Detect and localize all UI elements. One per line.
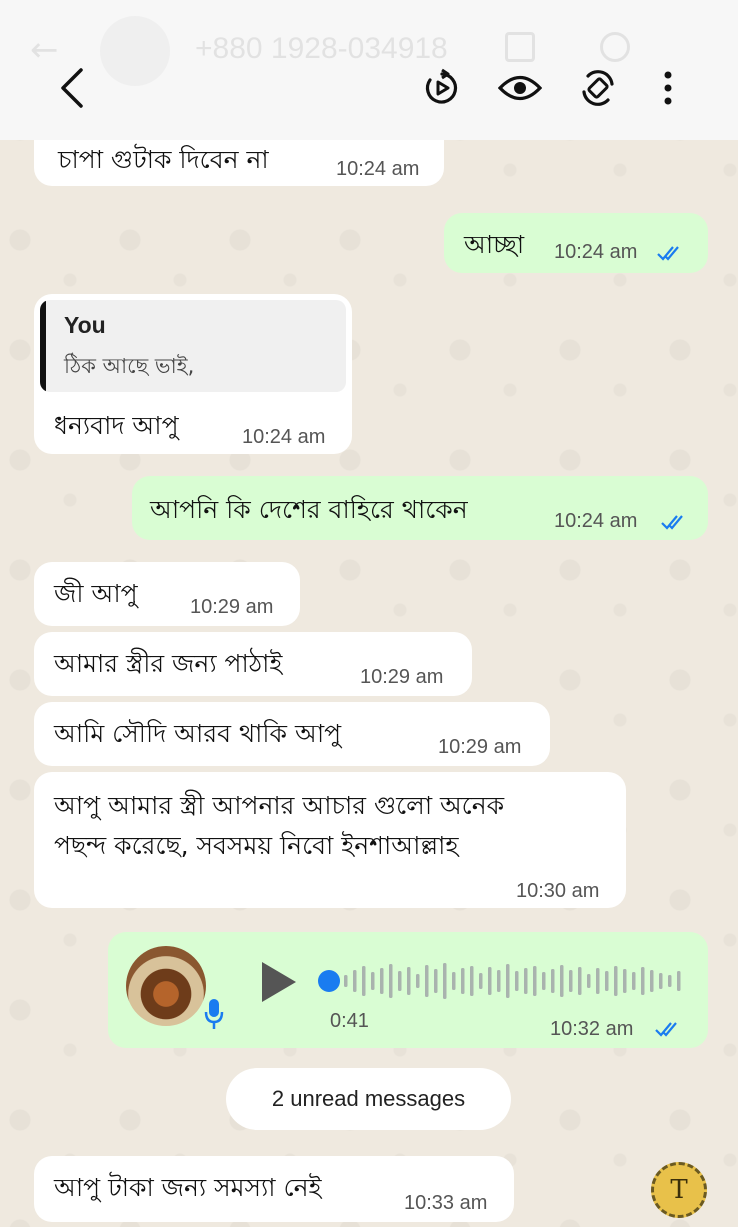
rotate-icon[interactable] [576, 66, 620, 110]
waveform-bar [632, 972, 636, 990]
waveform-bar [461, 968, 465, 994]
voice-message-bubble[interactable]: 0:41 10:32 am [108, 932, 708, 1048]
waveform-bar [587, 974, 591, 988]
waveform-bar [650, 970, 654, 992]
message-bubble[interactable]: জী আপু 10:29 am [34, 562, 300, 626]
waveform-bar [452, 972, 456, 990]
waveform-bar [614, 966, 618, 996]
waveform-bar [398, 971, 402, 991]
message-time: 10:33 am [404, 1192, 488, 1214]
message-time: 10:24 am [554, 510, 638, 532]
message-bubble[interactable]: আপু আমার স্ত্রী আপনার আচার গুলো অনেক পছন… [34, 772, 626, 908]
waveform-bar [416, 974, 420, 988]
waveform-bar [524, 968, 528, 994]
quoted-message[interactable]: You ঠিক আছে ভাই, [40, 300, 346, 392]
waveform-bar [497, 970, 501, 992]
waveform-bar [677, 971, 681, 991]
waveform-bar [668, 975, 672, 987]
message-text-line-1: আপু আমার স্ত্রী আপনার আচার গুলো অনেক [54, 791, 505, 820]
waveform-bar [389, 964, 393, 998]
message-time: 10:32 am [550, 1018, 634, 1040]
message-time: 10:24 am [554, 241, 638, 263]
waveform-bar [560, 965, 564, 997]
gif-icon[interactable] [420, 66, 464, 110]
back-icon[interactable] [50, 64, 94, 112]
message-time: 10:24 am [242, 426, 326, 448]
waveform-bar [515, 971, 519, 991]
text-recognition-button[interactable]: T [651, 1162, 707, 1218]
message-bubble[interactable]: আপু টাকা জন্য সমস্যা নেই 10:33 am [34, 1156, 514, 1222]
message-time: 10:24 am [336, 158, 420, 180]
waveform-bar [533, 966, 537, 996]
microphone-icon [204, 999, 224, 1029]
message-time: 10:30 am [516, 880, 600, 902]
message-bubble[interactable]: আমি সৌদি আরব থাকি আপু 10:29 am [34, 702, 550, 766]
message-bubble[interactable]: আচ্ছা 10:24 am [444, 213, 708, 273]
sender-avatar [126, 946, 206, 1026]
play-icon[interactable] [258, 960, 298, 1004]
waveform-bar [443, 963, 447, 999]
quote-bar [40, 300, 46, 392]
message-text: আচ্ছা [464, 230, 525, 259]
message-time: 10:29 am [190, 596, 274, 618]
waveform-bar [407, 967, 411, 995]
waveform-bar [551, 969, 555, 993]
waveform-bar [659, 973, 663, 989]
message-text: আপু টাকা জন্য সমস্যা নেই [54, 1173, 322, 1202]
message-text: চাপা গুটাক দিবেন না [58, 145, 269, 174]
waveform-bar [506, 964, 510, 998]
eye-icon[interactable] [498, 66, 542, 110]
waveform-bar [605, 971, 609, 991]
unread-messages-divider: 2 unread messages [226, 1068, 511, 1130]
waveform-bar [380, 968, 384, 994]
quote-author: You [64, 312, 106, 338]
waveform-bar [479, 973, 483, 989]
message-bubble[interactable]: আপনি কি দেশের বাহিরে থাকেন 10:24 am [132, 476, 708, 540]
message-text: আপনি কি দেশের বাহিরে থাকেন [150, 495, 468, 524]
read-receipt-icon [657, 246, 679, 261]
message-text-line-2: পছন্দ করেছে, সবসময় নিবো ইনশাআল্লাহ [54, 831, 459, 860]
quote-text: ঠিক আছে ভাই, [64, 354, 195, 378]
viewer-toolbar [0, 48, 738, 132]
waveform-bar [353, 970, 357, 992]
message-time: 10:29 am [360, 666, 444, 688]
read-receipt-icon [661, 515, 683, 530]
text-recognition-icon: T [670, 1175, 688, 1205]
waveform-bar [641, 967, 645, 995]
message-time: 10:29 am [438, 736, 522, 758]
waveform-bar [542, 972, 546, 990]
waveform-bar [434, 969, 438, 993]
message-text: ধন্যবাদ আপু [54, 411, 179, 440]
waveform-bar [596, 968, 600, 994]
audio-waveform[interactable] [344, 962, 684, 1000]
audio-scrubber-handle[interactable] [318, 970, 340, 992]
message-text: জী আপু [54, 579, 138, 608]
read-receipt-icon [655, 1022, 677, 1037]
waveform-bar [371, 972, 375, 990]
voice-duration: 0:41 [330, 1010, 369, 1032]
waveform-bar [362, 966, 366, 996]
waveform-bar [569, 970, 573, 992]
waveform-bar [470, 966, 474, 996]
message-text: আমার স্ত্রীর জন্য পাঠাই [54, 649, 283, 678]
waveform-bar [623, 969, 627, 993]
message-text: আমি সৌদি আরব থাকি আপু [54, 719, 342, 748]
message-bubble[interactable]: You ঠিক আছে ভাই, ধন্যবাদ আপু 10:24 am [34, 294, 352, 454]
waveform-bar [344, 975, 348, 987]
message-bubble[interactable]: আমার স্ত্রীর জন্য পাঠাই 10:29 am [34, 632, 472, 696]
more-icon[interactable] [646, 66, 690, 110]
waveform-bar [578, 967, 582, 995]
waveform-bar [488, 967, 492, 995]
waveform-bar [425, 965, 429, 997]
